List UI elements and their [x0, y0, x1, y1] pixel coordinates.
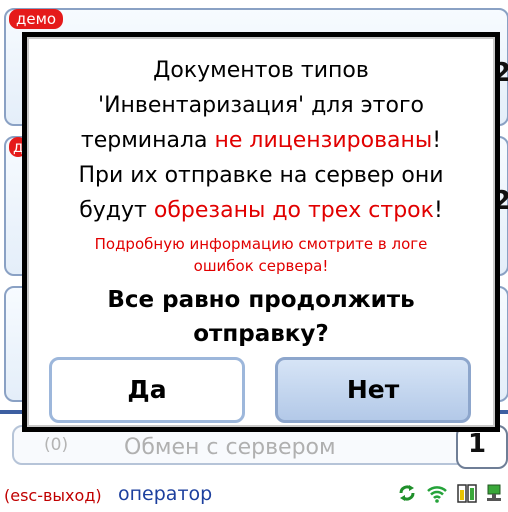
- network-icon: [487, 484, 501, 501]
- message-text: терминала: [80, 128, 215, 153]
- wifi-icon: [427, 486, 447, 503]
- message-text: будут: [79, 198, 154, 223]
- message-text: !: [433, 198, 443, 223]
- dialog-body: Документов типов 'Инвентаризация' для эт…: [27, 37, 495, 427]
- message-line-5: будут обрезаны до трех строк!: [29, 193, 493, 228]
- not-licensed-text: не лицензированы: [214, 128, 433, 153]
- esc-hint[interactable]: (esc-выход): [4, 486, 102, 505]
- no-button[interactable]: Нет: [275, 357, 471, 423]
- license-warning-dialog: Документов типов 'Инвентаризация' для эт…: [22, 32, 500, 432]
- question-line-2: отправку?: [193, 321, 329, 347]
- status-bar: (esc-выход) оператор: [0, 478, 508, 512]
- message-line-3: терминала не лицензированы!: [29, 123, 493, 158]
- battery-icon: [457, 484, 477, 503]
- operator-label[interactable]: оператор: [118, 483, 212, 505]
- log-note-line-2: ошибок сервера!: [193, 257, 329, 275]
- truncated-text: обрезаны до трех строк: [153, 198, 434, 223]
- question-line-1: Все равно продолжить: [107, 287, 415, 313]
- yes-button[interactable]: Да: [49, 357, 245, 423]
- dialog-question: Все равно продолжить отправку?: [29, 283, 493, 351]
- exchange-label: Обмен с сервером: [124, 435, 336, 460]
- dialog-message: Документов типов 'Инвентаризация' для эт…: [29, 53, 493, 228]
- log-note-line-1: Подробную информацию смотрите в логе: [94, 235, 428, 253]
- sync-icon: [399, 485, 415, 501]
- exchange-count: (0): [44, 435, 69, 455]
- message-line-4: При их отправке на сервер они: [78, 163, 444, 188]
- message-text: !: [432, 128, 442, 153]
- exchange-side-label: 1: [468, 429, 487, 459]
- demo-badge: демо: [9, 9, 64, 29]
- message-line-1: Документов типов: [153, 58, 369, 83]
- log-note: Подробную информацию смотрите в логе оши…: [29, 233, 493, 277]
- message-line-2: 'Инвентаризация' для этого: [98, 93, 424, 118]
